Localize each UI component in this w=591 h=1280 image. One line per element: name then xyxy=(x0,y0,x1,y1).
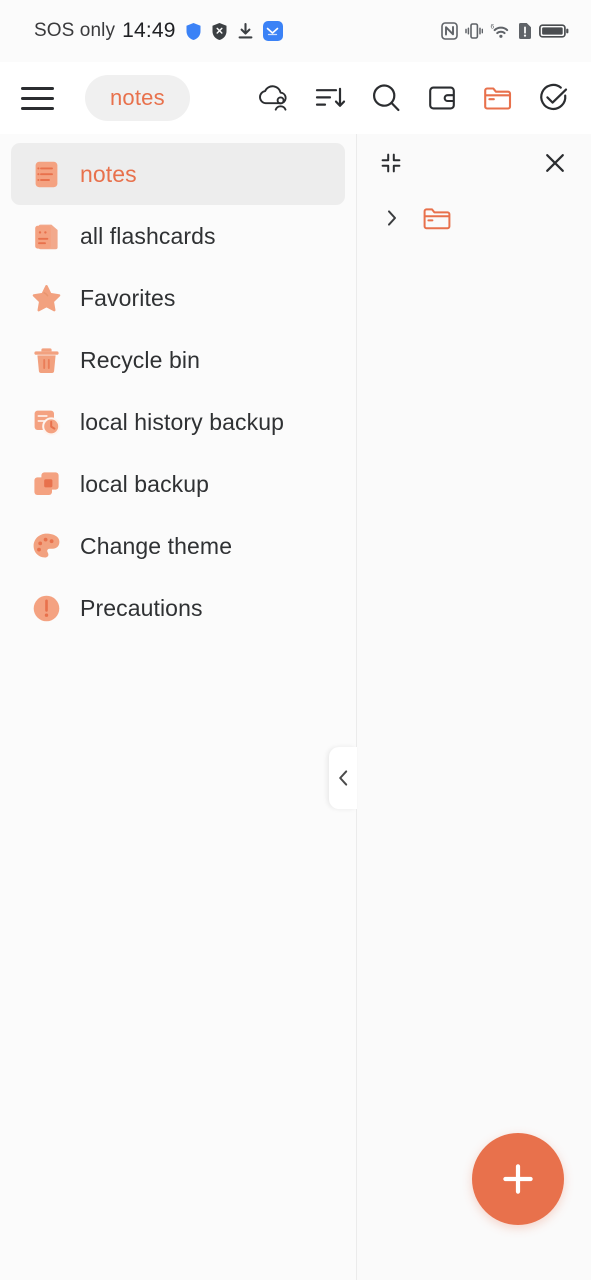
hamburger-menu-icon[interactable] xyxy=(14,75,60,121)
status-bar-left: SOS only 14:49 xyxy=(34,19,283,43)
sidebar-item-label: Recycle bin xyxy=(80,346,200,373)
hamburger-bar xyxy=(20,106,54,110)
flashcards-icon xyxy=(29,219,63,253)
sort-descending-icon[interactable] xyxy=(309,77,351,119)
sidebar-item-notes[interactable]: notes xyxy=(11,143,345,205)
sidebar-item-label: Precautions xyxy=(80,594,203,621)
history-backup-icon xyxy=(29,405,63,439)
toolbar-actions xyxy=(253,77,575,119)
current-notebook-chip[interactable]: notes xyxy=(85,75,190,121)
sidebar-item-local-history-backup[interactable]: local history backup xyxy=(11,391,345,453)
shield-off-icon xyxy=(212,22,227,40)
folder-panel-header xyxy=(357,134,591,192)
top-toolbar: notes xyxy=(0,62,591,134)
wallet-icon[interactable] xyxy=(421,77,463,119)
sidebar-item-label: Favorites xyxy=(80,284,176,311)
sidebar-item-recycle-bin[interactable]: Recycle bin xyxy=(11,329,345,391)
sidebar-item-all-flashcards[interactable]: all flashcards xyxy=(11,205,345,267)
chevron-right-icon[interactable] xyxy=(382,207,402,229)
cloud-account-icon[interactable] xyxy=(253,77,295,119)
wifi-6-icon: 6 xyxy=(491,23,509,38)
folder-icon[interactable] xyxy=(477,77,519,119)
sidebar-item-label: all flashcards xyxy=(80,222,216,249)
sidebar: notes all flashcards Favorites Recycle b… xyxy=(0,134,357,1280)
sidebar-item-change-theme[interactable]: Change theme xyxy=(11,515,345,577)
download-icon xyxy=(238,22,253,38)
trash-icon xyxy=(29,343,63,377)
content-area: notes all flashcards Favorites Recycle b… xyxy=(0,134,591,1280)
app-icon xyxy=(262,21,283,41)
status-bar: SOS only 14:49 6 xyxy=(0,0,591,62)
clock-label: 14:49 xyxy=(122,19,176,42)
sidebar-item-label: notes xyxy=(80,160,137,187)
sidebar-item-label: local history backup xyxy=(80,408,284,435)
warning-icon xyxy=(29,591,63,625)
palette-icon xyxy=(29,529,63,563)
sidebar-item-label: Change theme xyxy=(80,532,233,559)
nfc-icon xyxy=(441,22,458,40)
svg-text:6: 6 xyxy=(491,23,495,30)
sidebar-collapse-handle[interactable] xyxy=(329,747,357,809)
check-circle-icon[interactable] xyxy=(533,77,575,119)
sidebar-item-local-backup[interactable]: local backup xyxy=(11,453,345,515)
folder-icon[interactable] xyxy=(421,203,451,233)
battery-icon xyxy=(539,24,569,38)
vibrate-icon xyxy=(465,23,483,39)
sidebar-item-favorites[interactable]: Favorites xyxy=(11,267,345,329)
shield-icon xyxy=(186,22,201,40)
backup-icon xyxy=(29,467,63,501)
chevron-left-icon xyxy=(338,770,347,786)
app-window: SOS only 14:49 6 notes notes all flashca… xyxy=(0,0,591,1280)
sidebar-item-precautions[interactable]: Precautions xyxy=(11,577,345,639)
notes-list-icon xyxy=(29,157,63,191)
plus-icon xyxy=(503,1164,533,1194)
search-icon[interactable] xyxy=(365,77,407,119)
collapse-corners-icon[interactable] xyxy=(371,143,411,183)
star-icon xyxy=(29,281,63,315)
current-notebook-label: notes xyxy=(110,85,165,110)
folder-tree-row[interactable] xyxy=(357,192,591,244)
sidebar-item-label: local backup xyxy=(80,470,210,497)
sim-alert-icon xyxy=(519,23,531,39)
hamburger-bar xyxy=(20,96,54,100)
add-note-fab[interactable] xyxy=(472,1133,564,1225)
close-icon[interactable] xyxy=(535,143,575,183)
hamburger-bar xyxy=(20,86,54,90)
folder-panel xyxy=(357,134,591,1280)
carrier-label: SOS only xyxy=(34,20,116,41)
status-bar-right: 6 xyxy=(441,22,569,40)
